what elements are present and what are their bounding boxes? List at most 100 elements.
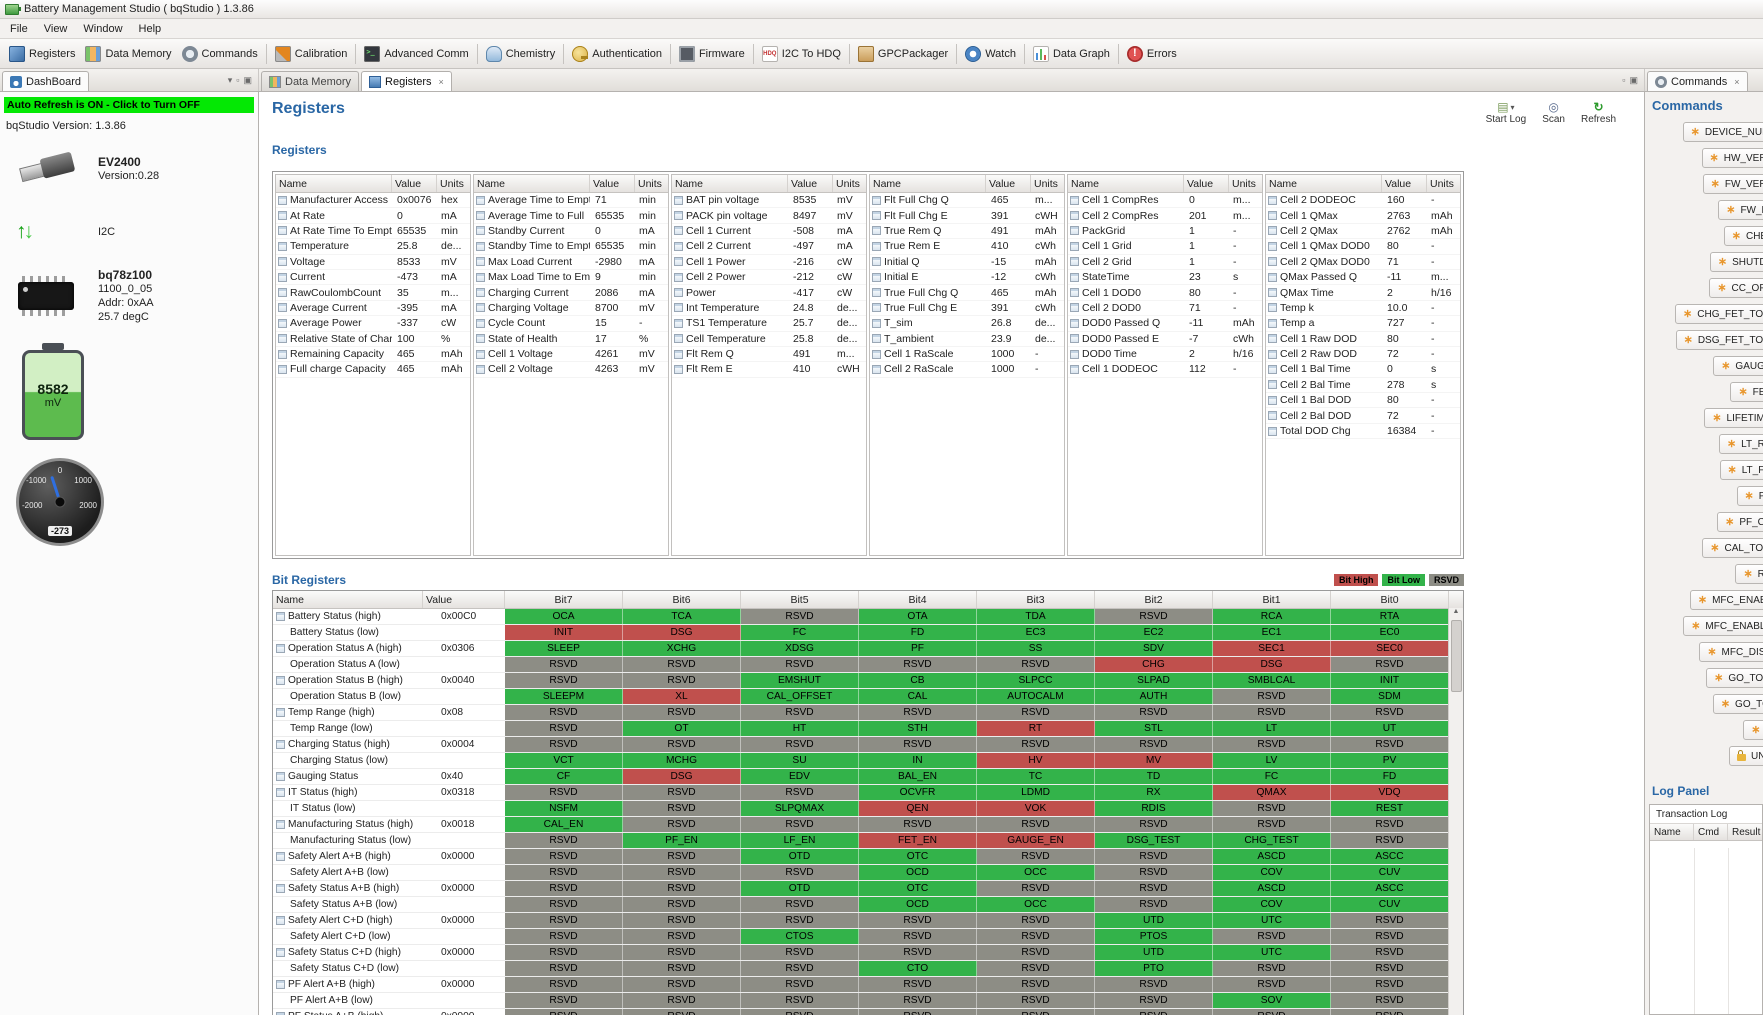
- tab-dashboard[interactable]: DashBoard: [2, 71, 90, 91]
- command-dsg-fet-toggle[interactable]: DSG_FET_TOGGLE: [1675, 330, 1763, 350]
- register-row[interactable]: Average Power -337 cW: [276, 316, 470, 332]
- register-row[interactable]: T_sim 26.8 de...: [870, 316, 1064, 332]
- command-go-to-i2c[interactable]: GO_TO_I2C: [1712, 694, 1763, 714]
- register-row[interactable]: Initial E -12 cWh: [870, 270, 1064, 286]
- command-hw-version[interactable]: HW_VERSION: [1701, 148, 1763, 168]
- command-fw-version[interactable]: FW_VERSION: [1702, 174, 1763, 194]
- command-pf-en[interactable]: PF_EN: [1736, 486, 1763, 506]
- bit-register-row[interactable]: Operation Status A (low) RSVD RSVD RSVD RSVD…: [273, 657, 1463, 673]
- command-cc-offset[interactable]: CC_OFFSET: [1709, 278, 1763, 298]
- command-chg-fet-toggle[interactable]: CHG_FET_TOGGLE: [1675, 304, 1763, 324]
- register-row[interactable]: Cell 1 CompRes 0 m...: [1068, 193, 1262, 209]
- toolbar-item-authentication[interactable]: Authentication: [567, 43, 667, 65]
- caret-down-icon[interactable]: ▾: [1511, 103, 1515, 112]
- command-lt-flush[interactable]: LT_FLUSH: [1719, 460, 1763, 480]
- toolbar-item-chemistry[interactable]: Chemistry: [481, 43, 561, 65]
- command-mfc-enable-a[interactable]: MFC_ENABLE_A: [1689, 590, 1763, 610]
- command-gauge-en[interactable]: GAUGE_EN: [1713, 356, 1763, 376]
- register-row[interactable]: QMax Passed Q -11 m...: [1266, 270, 1460, 286]
- register-row[interactable]: Voltage 8533 mV: [276, 255, 470, 270]
- register-row[interactable]: Cell 1 QMax DOD0 80 -: [1266, 239, 1460, 255]
- bit-register-row[interactable]: PF Status A+B (high)0x0000RSVDRSVDRSVDRS…: [273, 1009, 1463, 1015]
- register-row[interactable]: Standby Time to Empty 65535 min: [474, 239, 668, 255]
- bit-register-row[interactable]: Manufacturing Status (high) 0x0018 CAL_EN R…: [273, 817, 1463, 833]
- scroll-up-icon[interactable]: ▲: [1453, 608, 1460, 615]
- register-row[interactable]: DOD0 Passed E -7 cWh: [1068, 332, 1262, 347]
- bit-register-row[interactable]: Gauging Status 0x40 CF DSG EDV BAL_EN TC TD FC FD: [273, 769, 1463, 785]
- register-row[interactable]: Cell 1 Raw DOD 80 -: [1266, 332, 1460, 347]
- register-row[interactable]: Cell 1 Bal DOD 80 -: [1266, 393, 1460, 409]
- register-row[interactable]: State of Health 17%: [474, 332, 668, 347]
- register-row[interactable]: BAT pin voltage 8535 mV: [672, 193, 866, 209]
- menu-chevron-icon[interactable]: ▾: [228, 75, 233, 86]
- bit-register-row[interactable]: Battery Status (low) INIT DSG FC FD EC3 EC2 EC1…: [273, 625, 1463, 641]
- register-row[interactable]: Cell 1 Bal Time 0 s: [1266, 362, 1460, 378]
- register-row[interactable]: Current -473 mA: [276, 270, 470, 286]
- maximize-icon[interactable]: ▣: [1629, 75, 1638, 86]
- command-seal[interactable]: SEAL: [1743, 720, 1763, 740]
- register-row[interactable]: T_ambient 23.9 de...: [870, 332, 1064, 347]
- toolbar-item-registers[interactable]: Registers: [4, 43, 80, 65]
- register-row[interactable]: Cell 1 Current -508 mA: [672, 224, 866, 240]
- bit-register-row[interactable]: Temp Range (high) 0x08 RSVD RSVD RSVD RSVD RSV…: [273, 705, 1463, 721]
- register-row[interactable]: Int Temperature 24.8 de...: [672, 301, 866, 317]
- bit-table-scrollbar[interactable]: ▲ ▼: [1448, 608, 1463, 1015]
- tab-commands[interactable]: Commands ×: [1647, 71, 1748, 91]
- register-row[interactable]: Cell 1 Power -216 cW: [672, 255, 866, 270]
- bit-register-row[interactable]: PF Alert A+B (low) RSVD RSVD RSVD RSVD RSVD RS…: [273, 993, 1463, 1009]
- toolbar-item-data-graph[interactable]: Data Graph: [1028, 43, 1115, 65]
- command-cal-toggle[interactable]: CAL_TOGGLE: [1702, 538, 1763, 558]
- register-row[interactable]: Average Current -395 mA: [276, 301, 470, 317]
- bit-register-row[interactable]: Operation Status A (high) 0x0306 SLEEP XCHG…: [273, 641, 1463, 657]
- toolbar-item-errors[interactable]: Errors: [1122, 43, 1182, 65]
- register-row[interactable]: Max Load Current -2980 mA: [474, 255, 668, 270]
- action-refresh[interactable]: ↻ Refresh: [1581, 100, 1616, 125]
- bit-register-row[interactable]: Manufacturing Status (low) RSVD PF_EN LF_EN…: [273, 833, 1463, 849]
- toolbar-item-watch[interactable]: Watch: [960, 43, 1021, 65]
- command-device-number[interactable]: DEVICE_NUMBER: [1682, 122, 1763, 142]
- tab-registers[interactable]: Registers ×: [361, 71, 452, 91]
- menu-item-file[interactable]: File: [2, 21, 36, 37]
- maximize-icon[interactable]: ▣: [243, 75, 252, 86]
- command-go-to-hdq[interactable]: GO_TO_HDQ: [1706, 668, 1763, 688]
- bit-register-row[interactable]: Safety Alert C+D (low) RSVD RSVD CTOS RSVD RS…: [273, 929, 1463, 945]
- register-row[interactable]: Temperature 25.8 de...: [276, 239, 470, 255]
- bit-register-row[interactable]: Safety Alert C+D (high) 0x0000 RSVD RSVD RSV…: [273, 913, 1463, 929]
- bit-register-row[interactable]: Safety Status A+B (high) 0x0000 RSVD RSVD OT…: [273, 881, 1463, 897]
- register-row[interactable]: DOD0 Passed Q -11 mAh: [1068, 316, 1262, 332]
- action-start-log[interactable]: ▤ ▾ Start Log: [1486, 100, 1527, 125]
- close-icon[interactable]: ×: [439, 77, 444, 87]
- toolbar-item-commands[interactable]: Commands: [177, 43, 263, 65]
- register-row[interactable]: Cell 1 Grid 1 -: [1068, 239, 1262, 255]
- register-row[interactable]: DOD0 Time 2 h/16: [1068, 347, 1262, 363]
- register-row[interactable]: PACK pin voltage 8497 mV: [672, 208, 866, 224]
- register-row[interactable]: Manufacturer Access 0x0076 hex: [276, 193, 470, 209]
- bit-register-row[interactable]: Temp Range (low) RSVD OT HT STH RT STL LT UT: [273, 721, 1463, 737]
- bit-register-row[interactable]: Safety Status A+B (low) RSVD RSVD RSVD OCD OC…: [273, 897, 1463, 913]
- register-row[interactable]: Charging Voltage 8700 mV: [474, 301, 668, 317]
- toolbar-item-firmware[interactable]: Firmware: [674, 43, 750, 65]
- register-row[interactable]: PackGrid 1 -: [1068, 224, 1262, 240]
- register-row[interactable]: Cycle Count 15 -: [474, 316, 668, 332]
- auto-refresh-toggle[interactable]: Auto Refresh is ON - Click to Turn OFF: [4, 97, 254, 113]
- toolbar-item-advanced-comm[interactable]: Advanced Comm: [359, 43, 473, 65]
- menu-item-window[interactable]: Window: [75, 21, 130, 37]
- bit-register-row[interactable]: IT Status (low) NSFM RSVD SLPQMAX QEN VOK RDIS…: [273, 801, 1463, 817]
- register-row[interactable]: Cell 2 QMax DOD0 71 -: [1266, 255, 1460, 270]
- register-row[interactable]: Cell 2 Current -497 mA: [672, 239, 866, 255]
- bit-register-row[interactable]: Operation Status B (high) 0x0040 RSVD RSVD E…: [273, 673, 1463, 689]
- register-row[interactable]: Temp a 727 -: [1266, 316, 1460, 332]
- toolbar-item-gpcpackager[interactable]: GPCPackager: [853, 43, 953, 65]
- register-row[interactable]: StateTime 23 s: [1068, 270, 1262, 286]
- register-row[interactable]: Cell 2 Grid 1 -: [1068, 255, 1262, 270]
- command-chem-id[interactable]: CHEM_ID: [1723, 226, 1763, 246]
- register-row[interactable]: Charging Current 2086 mA: [474, 285, 668, 301]
- toolbar-item-i2c-to-hdq[interactable]: I2C To HDQ: [757, 43, 846, 65]
- register-row[interactable]: Average Time to Empty 71 min: [474, 193, 668, 209]
- register-row[interactable]: Cell 1 RaScale 1000 -: [870, 347, 1064, 363]
- bit-register-row[interactable]: Safety Status C+D (low) RSVD RSVD RSVD CTO RS…: [273, 961, 1463, 977]
- register-row[interactable]: Max Load Time to Em... 9 min: [474, 270, 668, 286]
- command-unseal[interactable]: UNSEAL: [1728, 746, 1763, 766]
- register-row[interactable]: RawCoulombCount 35 m...: [276, 285, 470, 301]
- command-fet-en[interactable]: FET_EN: [1730, 382, 1763, 402]
